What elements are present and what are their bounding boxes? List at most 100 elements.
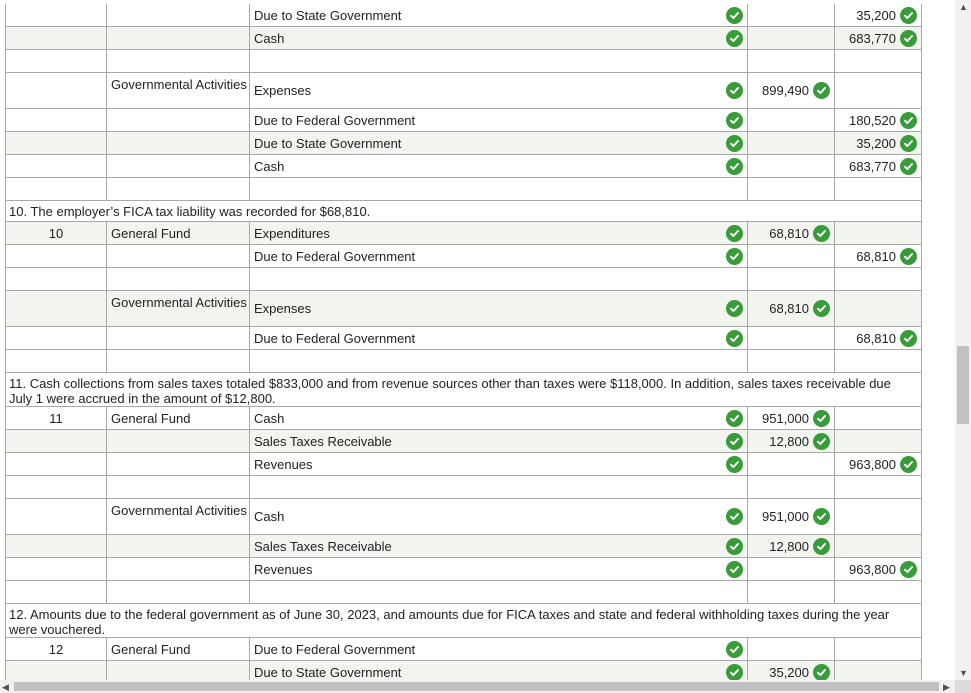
- scroll-up-arrow-icon[interactable]: ▲: [959, 2, 968, 12]
- check-circle-icon: [813, 432, 830, 450]
- debit-cell[interactable]: [748, 178, 835, 200]
- debit-cell[interactable]: [748, 476, 835, 498]
- debit-cell[interactable]: [748, 245, 835, 267]
- credit-cell[interactable]: [835, 291, 922, 326]
- debit-cell[interactable]: [748, 132, 835, 154]
- credit-cell[interactable]: [835, 350, 922, 372]
- debit-cell[interactable]: [748, 50, 835, 72]
- credit-amount: 963,800: [849, 561, 896, 577]
- account-cell[interactable]: Expenses: [250, 291, 748, 326]
- credit-cell[interactable]: 180,520: [835, 109, 922, 131]
- debit-cell[interactable]: [748, 27, 835, 49]
- transaction-number-cell: [5, 558, 107, 580]
- account-cell[interactable]: Revenues: [250, 558, 748, 580]
- account-cell[interactable]: Sales Taxes Receivable: [250, 430, 748, 452]
- credit-cell[interactable]: 683,770: [835, 155, 922, 177]
- debit-cell[interactable]: [748, 155, 835, 177]
- credit-cell[interactable]: 35,200: [835, 4, 922, 26]
- account-cell[interactable]: Due to State Government: [250, 132, 748, 154]
- account-cell[interactable]: [250, 350, 748, 372]
- credit-cell[interactable]: [835, 178, 922, 200]
- credit-cell[interactable]: 963,800: [835, 558, 922, 580]
- debit-cell[interactable]: [748, 558, 835, 580]
- credit-cell[interactable]: 963,800: [835, 453, 922, 475]
- account-cell[interactable]: [250, 178, 748, 200]
- journal-entries-table: Due to State Government 35,200 Cash 683,770…: [5, 4, 922, 680]
- account-cell[interactable]: Due to Federal Government: [250, 109, 748, 131]
- debit-cell[interactable]: 951,000: [748, 407, 835, 429]
- account-cell[interactable]: Due to Federal Government: [250, 638, 748, 660]
- debit-amount: 899,490: [762, 83, 809, 98]
- check-circle-icon: [813, 508, 830, 525]
- debit-cell[interactable]: [748, 109, 835, 131]
- credit-amount: 35,200: [856, 7, 896, 23]
- account-cell[interactable]: Due to State Government: [250, 4, 748, 26]
- debit-cell[interactable]: 899,490: [748, 73, 835, 108]
- account-cell[interactable]: Cash: [250, 499, 748, 534]
- debit-cell[interactable]: [748, 4, 835, 26]
- credit-cell[interactable]: 683,770: [835, 27, 922, 49]
- account-cell[interactable]: Due to Federal Government: [250, 245, 748, 267]
- debit-cell[interactable]: 951,000: [748, 499, 835, 534]
- credit-cell[interactable]: [835, 476, 922, 498]
- vertical-scrollbar-thumb[interactable]: [957, 346, 969, 424]
- vertical-scrollbar[interactable]: [955, 0, 971, 680]
- credit-cell[interactable]: [835, 50, 922, 72]
- account-cell[interactable]: Due to Federal Government: [250, 327, 748, 349]
- scroll-down-arrow-icon[interactable]: ▼: [959, 668, 968, 678]
- debit-cell[interactable]: 12,800: [748, 430, 835, 452]
- debit-cell[interactable]: [748, 268, 835, 290]
- account-name: Due to Federal Government: [254, 641, 416, 657]
- credit-amount: 68,810: [856, 330, 896, 346]
- fund-cell: [107, 132, 250, 154]
- account-name: Cash: [254, 509, 285, 524]
- account-cell[interactable]: Sales Taxes Receivable: [250, 535, 748, 557]
- account-name: Due to State Government: [254, 7, 402, 23]
- credit-cell[interactable]: [835, 430, 922, 452]
- debit-cell[interactable]: [748, 581, 835, 603]
- debit-cell[interactable]: 12,800: [748, 535, 835, 557]
- debit-cell[interactable]: [748, 638, 835, 660]
- debit-cell[interactable]: 35,200: [748, 661, 835, 680]
- account-cell[interactable]: Due to State Government: [250, 661, 748, 680]
- account-cell[interactable]: Cash: [250, 27, 748, 49]
- debit-cell[interactable]: [748, 453, 835, 475]
- account-cell[interactable]: Cash: [250, 155, 748, 177]
- credit-cell[interactable]: 68,810: [835, 245, 922, 267]
- fund-cell: [107, 661, 250, 680]
- credit-cell[interactable]: [835, 661, 922, 680]
- credit-cell[interactable]: [835, 499, 922, 534]
- debit-cell[interactable]: 68,810: [748, 291, 835, 326]
- credit-cell[interactable]: [835, 535, 922, 557]
- account-cell[interactable]: [250, 476, 748, 498]
- credit-cell[interactable]: [835, 407, 922, 429]
- credit-cell[interactable]: [835, 222, 922, 244]
- account-cell[interactable]: [250, 268, 748, 290]
- account-name: Revenues: [254, 561, 313, 577]
- transaction-number-cell: [5, 327, 107, 349]
- journal-row: Sales Taxes Receivable 12,800: [5, 430, 922, 453]
- credit-cell[interactable]: 68,810: [835, 327, 922, 349]
- horizontal-scrollbar-thumb[interactable]: [14, 682, 939, 691]
- account-cell[interactable]: Expenses: [250, 73, 748, 108]
- check-circle-icon: [813, 537, 830, 555]
- debit-cell[interactable]: [748, 350, 835, 372]
- account-name: Due to Federal Government: [254, 248, 416, 264]
- check-circle-icon: [726, 432, 743, 450]
- scroll-right-arrow-icon[interactable]: ▶: [943, 682, 950, 692]
- credit-cell[interactable]: [835, 638, 922, 660]
- credit-cell[interactable]: [835, 73, 922, 108]
- journal-row: [5, 476, 922, 499]
- credit-cell[interactable]: [835, 268, 922, 290]
- debit-cell[interactable]: [748, 327, 835, 349]
- account-cell[interactable]: [250, 50, 748, 72]
- credit-cell[interactable]: 35,200: [835, 132, 922, 154]
- account-cell[interactable]: Cash: [250, 407, 748, 429]
- account-cell[interactable]: Revenues: [250, 453, 748, 475]
- journal-row: [5, 581, 922, 604]
- credit-cell[interactable]: [835, 581, 922, 603]
- account-cell[interactable]: Expenditures: [250, 222, 748, 244]
- scroll-left-arrow-icon[interactable]: ◀: [2, 682, 9, 692]
- account-cell[interactable]: [250, 581, 748, 603]
- debit-cell[interactable]: 68,810: [748, 222, 835, 244]
